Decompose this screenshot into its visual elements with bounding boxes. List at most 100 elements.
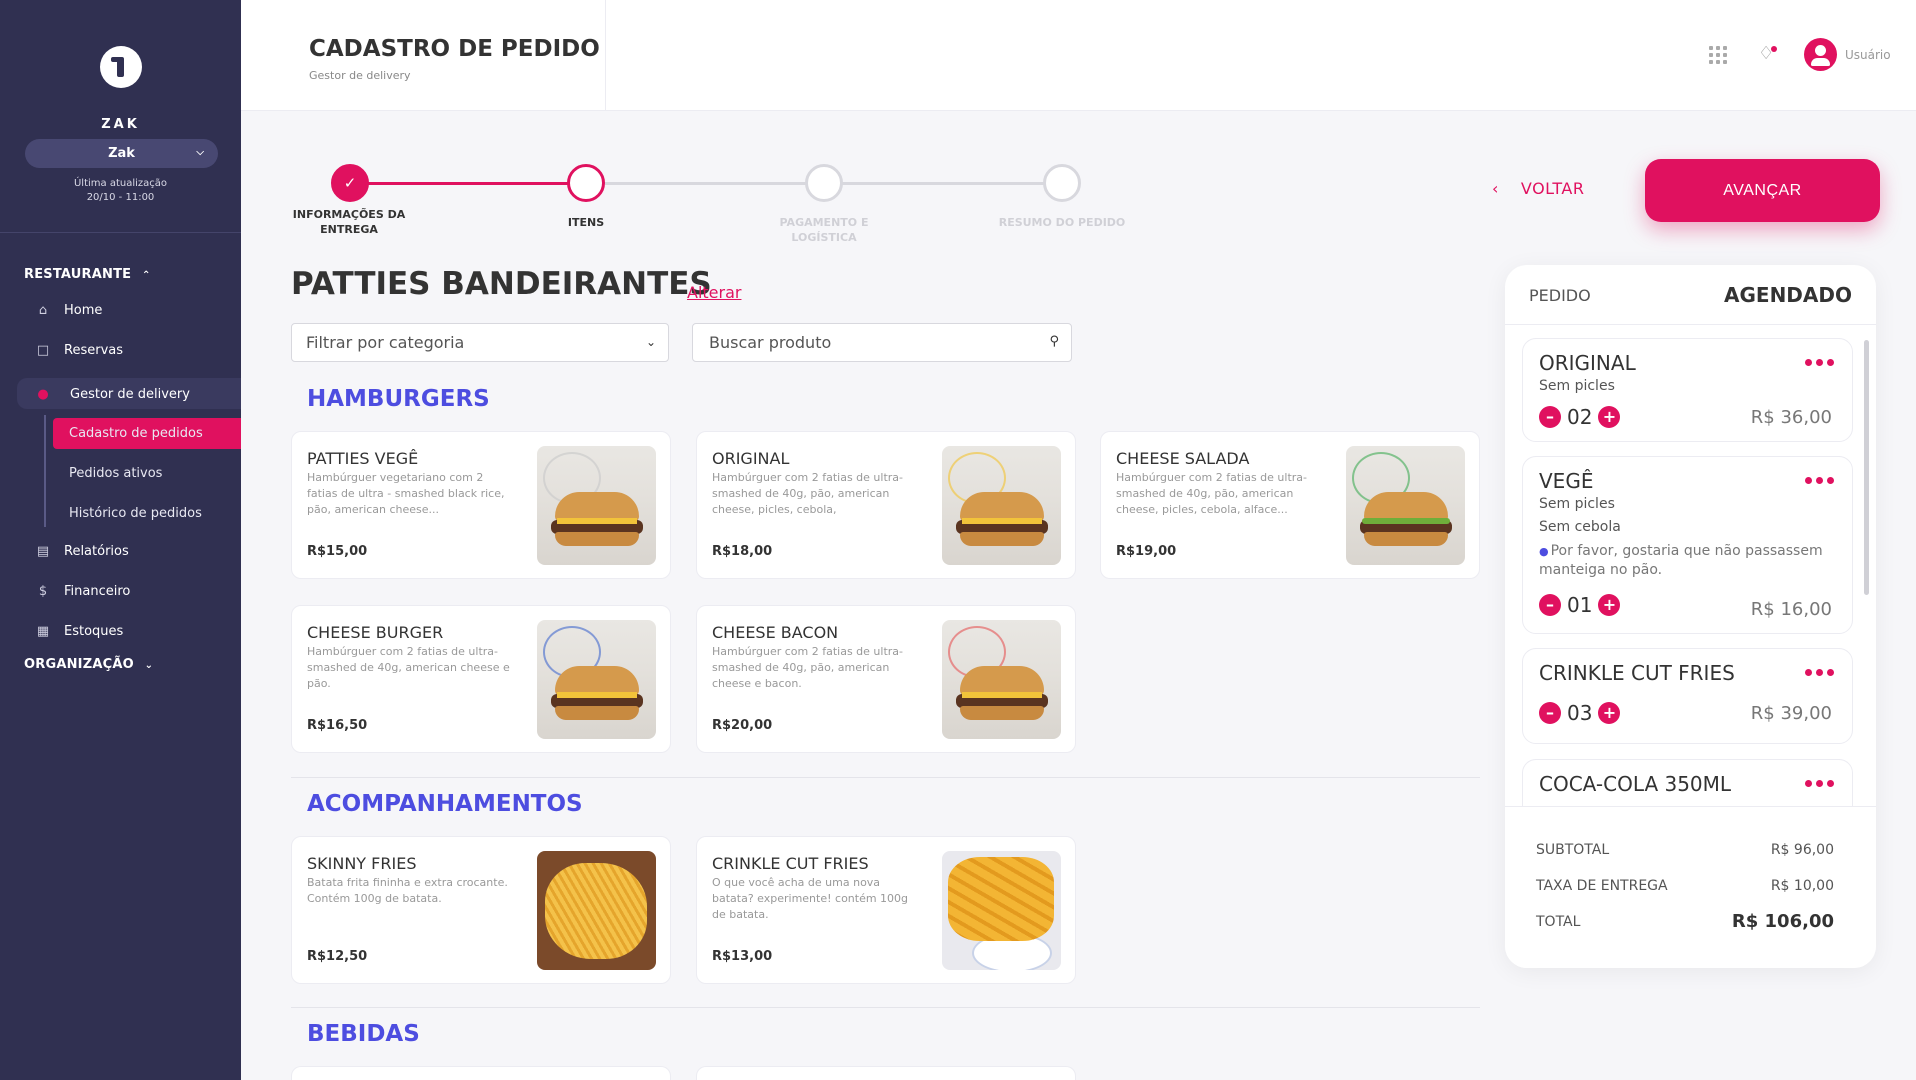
total-label: TOTAL [1536,913,1581,930]
step-2-circle[interactable] [567,164,605,202]
category-title-hamburgers: HAMBURGERS [307,386,490,412]
order-item-price: R$ 36,00 [1750,407,1832,428]
product-price: R$15,00 [307,544,368,559]
apps-grid-icon[interactable] [1709,46,1727,64]
user-name[interactable]: Usuário [1845,48,1891,62]
next-button[interactable]: AVANÇAR [1645,159,1880,222]
plus-icon[interactable]: + [1598,594,1621,616]
step-4-circle[interactable] [1043,164,1081,202]
sidebar-item-label: Gestor de delivery [70,386,190,402]
order-item-name: COCA-COLA 350ML [1539,772,1732,796]
submenu-item-cadastro-pedidos[interactable]: Cadastro de pedidos [69,426,203,441]
product-image [942,851,1061,970]
category-filter-select[interactable]: Filtrar por categoria ⌄ [291,323,669,362]
avatar[interactable] [1804,38,1837,71]
order-item[interactable]: VEGÊ Sem picles Sem cebola ● Por favor, g… [1522,456,1853,634]
product-card[interactable]: CHEESE BURGER Hambúrguer com 2 fatias de… [291,605,671,753]
quantity-stepper[interactable]: – 02 + [1539,405,1621,429]
minus-icon[interactable]: – [1539,406,1561,428]
category-divider [291,1007,1480,1008]
product-desc: Hambúrguer com 2 fatias de ultra-smashed… [307,645,510,690]
sidebar-item-estoques[interactable]: ▦ Estoques [34,619,123,643]
product-card[interactable]: ORIGINAL Hambúrguer com 2 fatias de ultr… [696,431,1076,579]
back-button-label: VOLTAR [1520,179,1585,198]
sidebar-item-financeiro[interactable]: $ Financeiro [34,579,131,603]
step-connector-done [368,182,586,185]
plus-icon[interactable]: + [1598,406,1621,428]
search-input[interactable]: Buscar produto ⚲ [692,323,1072,362]
notification-dot [1771,46,1777,52]
product-price: R$18,00 [712,544,773,559]
order-item[interactable]: ORIGINAL Sem picles – 02 + R$ 36,00 [1522,338,1853,442]
sidebar-item-label: Home [64,302,103,318]
chevron-down-icon: ⌄ [144,660,154,671]
quantity-stepper[interactable]: – 01 + [1539,593,1621,617]
product-card[interactable]: CHEESE SALADA Hambúrguer com 2 fatias de… [1100,431,1480,579]
store-selector[interactable]: Zak ⌵ [25,139,218,168]
category-title-bebidas: BEBIDAS [307,1021,420,1047]
product-name: CHEESE BACON [712,623,839,642]
sidebar-item-relatorios[interactable]: ▤ Relatórios [34,539,129,563]
sidebar-item-gestor-delivery[interactable]: ● Gestor de delivery [34,382,190,406]
product-card[interactable]: SKINNY FRIES Batata frita fininha e extr… [291,836,671,984]
store-name: PATTIES BANDEIRANTES [291,266,712,302]
back-button[interactable]: ‹ VOLTAR [1492,179,1584,198]
section-restaurante-label: RESTAURANTE [24,267,132,282]
category-filter-label: Filtrar por categoria [306,333,465,352]
check-icon: ✓ [343,174,357,192]
sidebar-item-home[interactable]: ⌂ Home [34,298,103,322]
motorcycle-icon: ● [37,386,49,402]
zak-logo-icon [100,46,142,88]
top-header: CADASTRO DE PEDIDO Gestor de delivery ♢ … [241,0,1916,111]
quantity-value: 03 [1567,701,1593,725]
order-item-name: VEGÊ [1539,469,1594,493]
page-title: CADASTRO DE PEDIDO [309,36,600,62]
change-store-link[interactable]: Alterar [687,283,741,302]
order-header: PEDIDO AGENDADO [1505,265,1876,325]
submenu-item-historico-pedidos[interactable]: Histórico de pedidos [69,506,202,521]
product-card[interactable]: PATTIES VEGÊ Hambúrguer vegetariano com … [291,431,671,579]
order-item[interactable]: CRINKLE CUT FRIES – 03 + R$ 39,00 [1522,648,1853,744]
step-3-circle[interactable] [805,164,843,202]
header-divider [605,0,606,111]
product-image [537,620,656,739]
product-card[interactable] [291,1066,671,1080]
total-value: R$ 106,00 [1731,911,1834,932]
product-card[interactable]: CRINKLE CUT FRIES O que você acha de uma… [696,836,1076,984]
more-options-icon[interactable] [1805,780,1834,787]
category-title-acompanhamentos: ACOMPANHAMENTOS [307,791,583,817]
quantity-stepper[interactable]: – 03 + [1539,701,1621,725]
delivery-fee-value: R$ 10,00 [1770,878,1834,894]
sidebar-item-label: Estoques [64,623,124,639]
sidebar-item-reservas[interactable]: □ Reservas [34,338,123,362]
product-name: SKINNY FRIES [307,854,417,873]
order-item-price: R$ 39,00 [1750,703,1832,724]
section-restaurante[interactable]: RESTAURANTE ⌃ [24,267,151,282]
step-1-circle[interactable]: ✓ [331,164,369,202]
product-price: R$12,50 [307,949,368,964]
search-icon: ⚲ [1049,334,1059,349]
order-panel: PEDIDO AGENDADO ORIGINAL Sem picles – 02… [1505,265,1876,968]
product-price: R$20,00 [712,718,773,733]
order-scrollbar[interactable] [1864,340,1869,595]
product-desc: Hambúrguer com 2 fatias de ultra-smashed… [712,645,904,690]
more-options-icon[interactable] [1805,669,1834,676]
chevron-left-icon: ‹ [1492,179,1499,198]
product-card[interactable] [696,1066,1076,1080]
store-selector-label: Zak [108,146,135,161]
minus-icon[interactable]: – [1539,594,1561,616]
sidebar-divider [0,232,241,233]
more-options-icon[interactable] [1805,477,1834,484]
minus-icon[interactable]: – [1539,702,1561,724]
order-summary: SUBTOTAL R$ 96,00 TAXA DE ENTREGA R$ 10,… [1505,807,1876,968]
order-label: PEDIDO [1529,286,1591,305]
order-item-note: ● Por favor, gostaria que não passassem m… [1539,542,1839,580]
product-image [942,620,1061,739]
section-organizacao[interactable]: ORGANIZAÇÃO ⌄ [24,657,153,672]
product-card[interactable]: CHEESE BACON Hambúrguer com 2 fatias de … [696,605,1076,753]
submenu-item-pedidos-ativos[interactable]: Pedidos ativos [69,466,162,481]
more-options-icon[interactable] [1805,359,1834,366]
step-4-label: RESUMO DO PEDIDO [998,216,1126,229]
plus-icon[interactable]: + [1598,702,1621,724]
product-name: CHEESE SALADA [1116,449,1250,468]
